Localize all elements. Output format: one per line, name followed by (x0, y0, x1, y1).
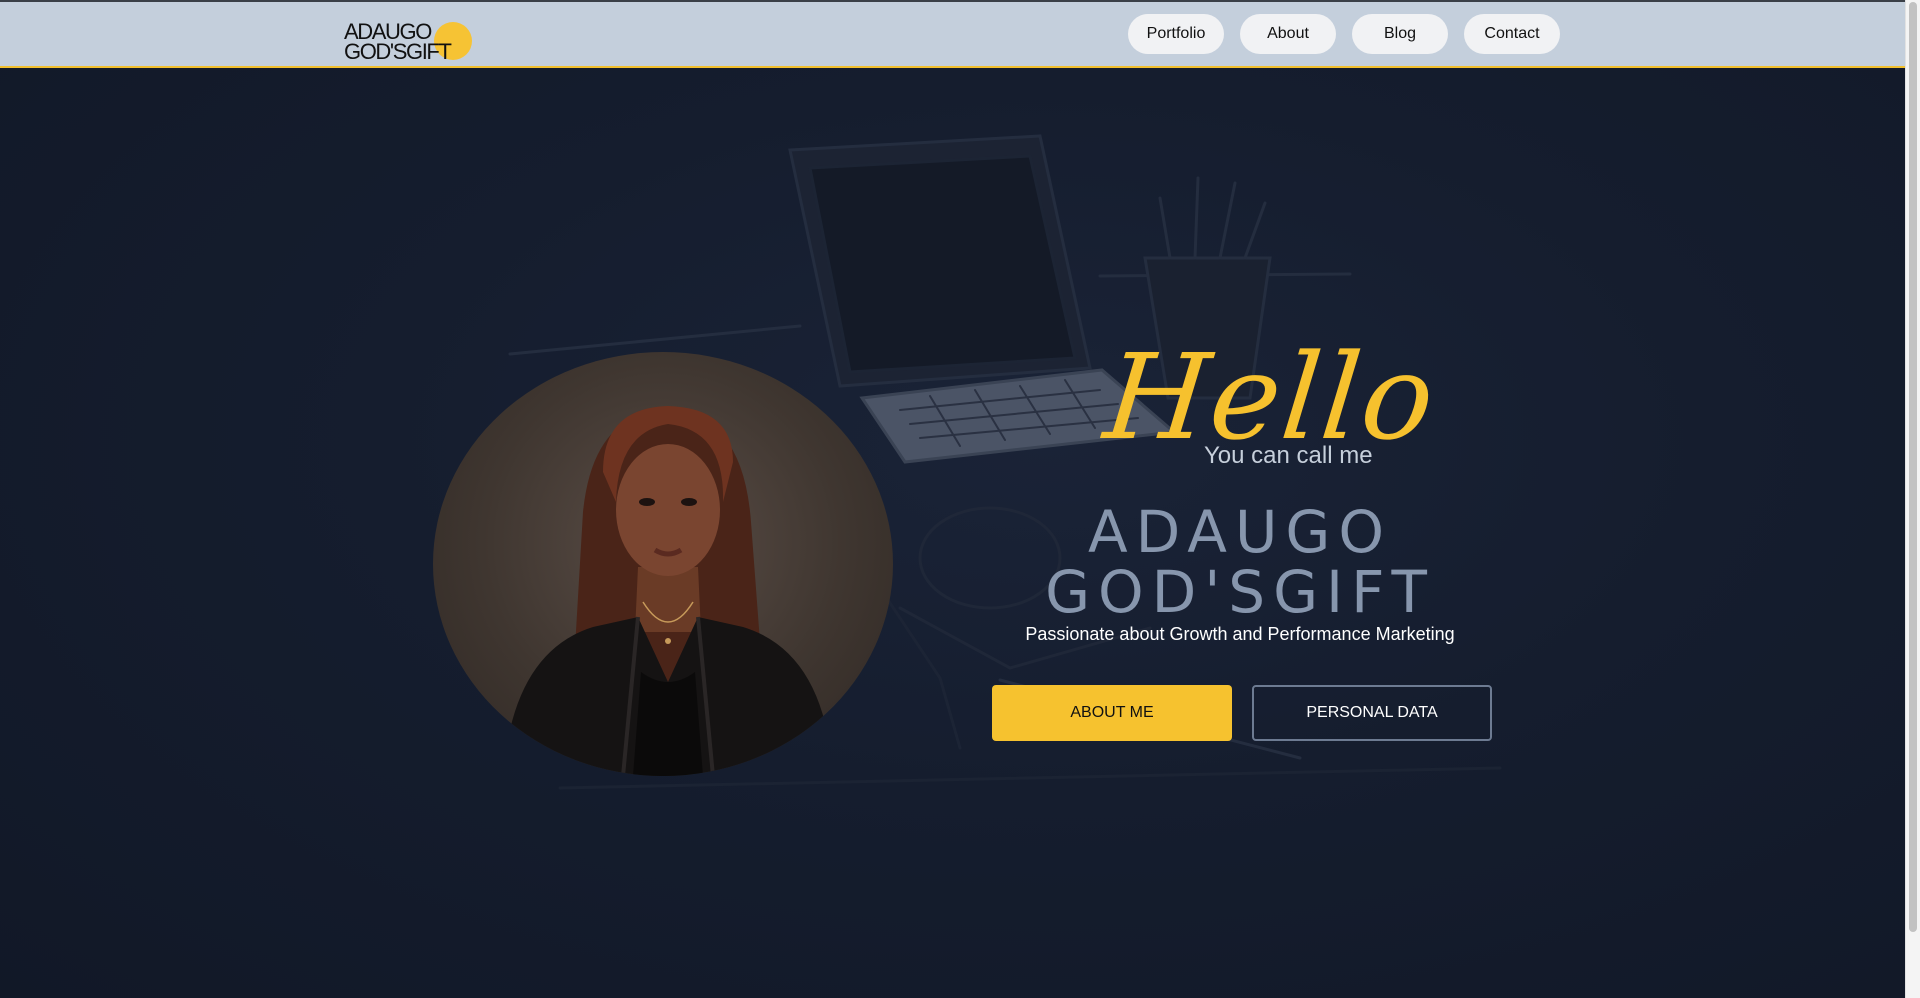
portrait-illustration (503, 406, 833, 776)
hero-section: Hello You can call me ADAUGO GOD'SGIFT P… (0, 68, 1905, 998)
nav-blog[interactable]: Blog (1352, 14, 1448, 54)
hello-subtitle: You can call me (1204, 442, 1373, 469)
profile-photo (433, 352, 893, 776)
navbar: ADAUGO GOD'SGIFT Portfolio About Blog Co… (0, 2, 1905, 68)
logo-line-2: GOD'SGIFT (344, 39, 452, 64)
site-logo[interactable]: ADAUGO GOD'SGIFT (344, 16, 484, 66)
scrollbar-thumb[interactable] (1909, 2, 1917, 932)
tagline: Passionate about Growth and Performance … (1025, 624, 1455, 644)
hello-heading: Hello (1098, 328, 1443, 466)
logo-text: ADAUGO GOD'SGIFT (344, 21, 452, 64)
nav-contact[interactable]: Contact (1464, 14, 1560, 54)
about-me-button[interactable]: ABOUT ME (992, 685, 1232, 741)
name-line-2: GOD'SGIFT (1045, 558, 1435, 626)
vertical-scrollbar[interactable] (1905, 0, 1920, 998)
main-nav: Portfolio About Blog Contact (1128, 14, 1560, 54)
nav-portfolio[interactable]: Portfolio (1128, 14, 1224, 54)
name-line-1: ADAUGO (1087, 498, 1393, 566)
personal-data-button[interactable]: PERSONAL DATA (1252, 685, 1492, 741)
nav-about[interactable]: About (1240, 14, 1336, 54)
desk-illustration-background (508, 134, 1502, 790)
